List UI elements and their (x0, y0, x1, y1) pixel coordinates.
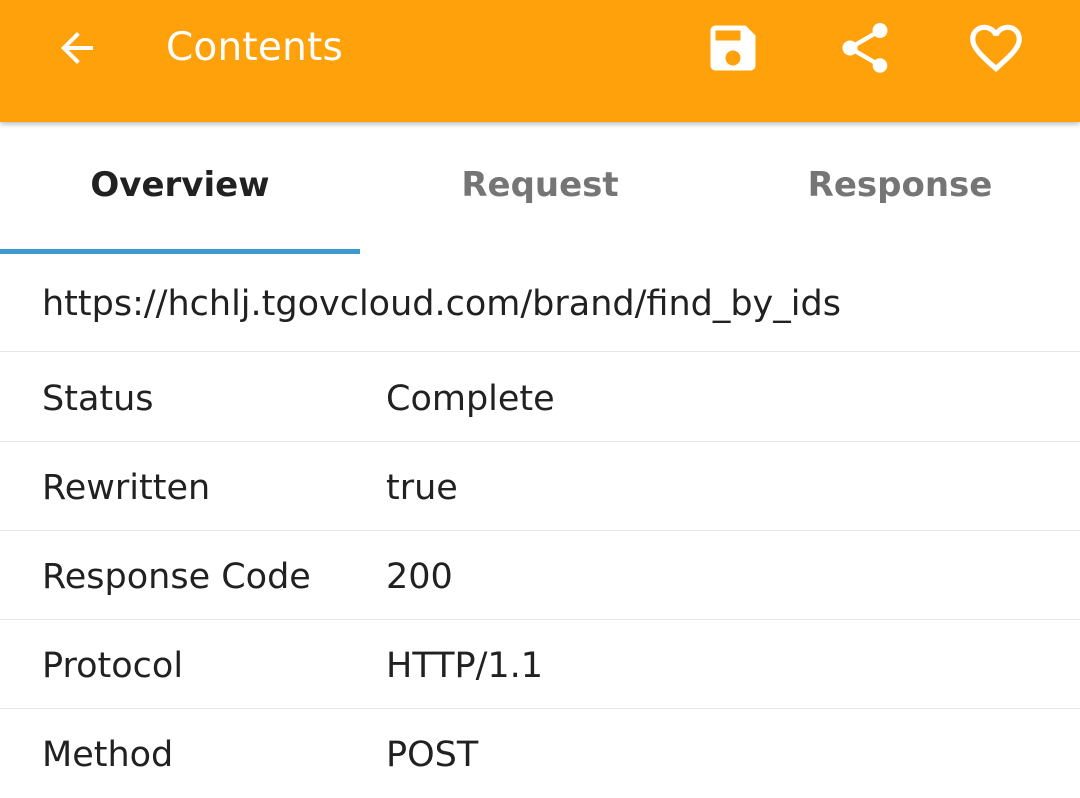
save-button[interactable] (701, 16, 765, 80)
list-item-rewritten[interactable]: Rewritten true (0, 442, 1080, 531)
page-title: Contents (166, 25, 344, 70)
row-key: Protocol (42, 646, 184, 686)
list-item-status[interactable]: Status Complete (0, 353, 1080, 442)
share-button[interactable] (833, 16, 897, 80)
row-value: true (386, 468, 458, 508)
list-item-method[interactable]: Method POST (0, 709, 1080, 798)
tab-overview[interactable]: Overview (0, 122, 360, 254)
request-url: https://hchlj.tgovcloud.com/brand/find_b… (42, 284, 841, 324)
tab-response[interactable]: Response (720, 122, 1080, 254)
list-item-protocol[interactable]: Protocol HTTP/1.1 (0, 620, 1080, 709)
app-bar: Contents (0, 0, 1080, 122)
row-key: Status (42, 379, 154, 419)
share-icon (842, 23, 888, 73)
back-button[interactable] (45, 16, 109, 80)
row-value: POST (386, 735, 479, 775)
row-key: Method (42, 735, 174, 775)
favorite-button[interactable] (964, 16, 1028, 80)
row-key: Rewritten (42, 468, 211, 508)
arrow-back-icon (61, 32, 93, 64)
row-value: HTTP/1.1 (386, 646, 544, 686)
row-value: 200 (386, 557, 453, 597)
tab-request[interactable]: Request (360, 122, 720, 254)
save-icon (710, 25, 756, 71)
overview-list: Status Complete Rewritten true Response … (0, 353, 1080, 798)
row-value: Complete (386, 379, 555, 419)
list-item-response-code[interactable]: Response Code 200 (0, 531, 1080, 620)
row-key: Response Code (42, 557, 311, 597)
url-row[interactable]: https://hchlj.tgovcloud.com/brand/find_b… (0, 254, 1080, 352)
tab-bar: Overview Request Response (0, 122, 1080, 254)
heart-outline-icon (970, 24, 1022, 73)
